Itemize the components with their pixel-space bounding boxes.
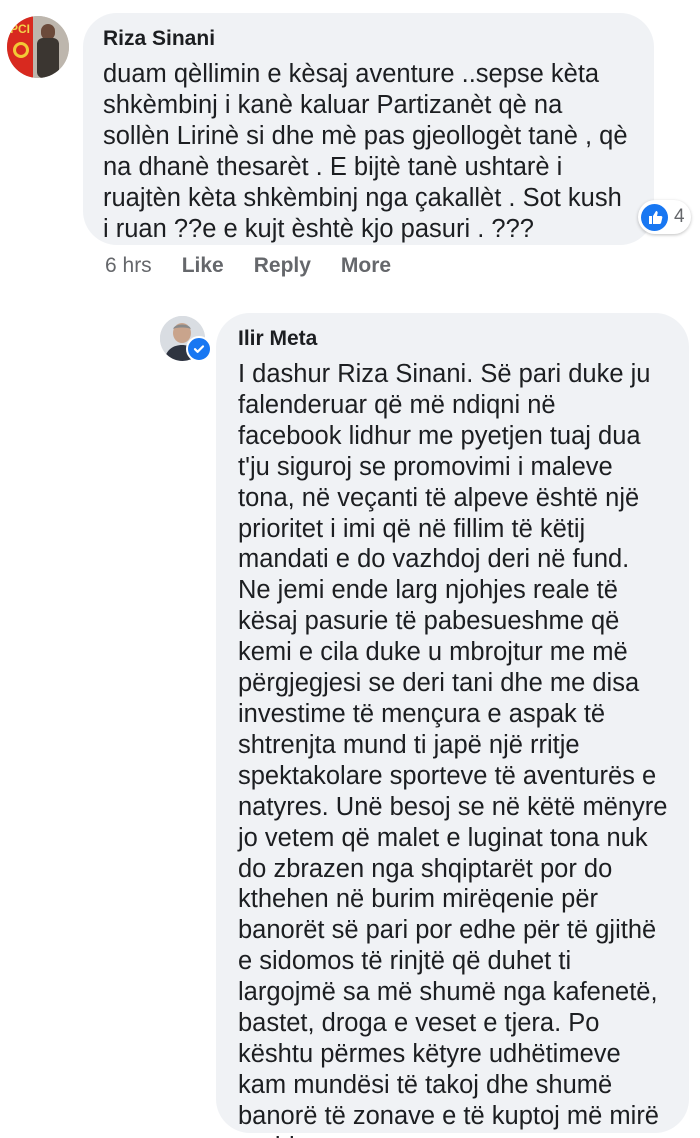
- more-button[interactable]: More: [341, 254, 391, 278]
- reply-button[interactable]: Reply: [254, 254, 311, 278]
- reaction-count: 4: [674, 206, 685, 227]
- avatar-image: PCI: [7, 16, 69, 78]
- comment-bubble: Riza Sinani duam qèllimin e kèsaj aventu…: [83, 13, 654, 245]
- reaction-summary[interactable]: 4: [638, 200, 691, 234]
- comment-author[interactable]: Riza Sinani: [103, 27, 634, 51]
- like-button[interactable]: Like: [182, 254, 224, 278]
- comment-text: duam qèllimin e kèsaj aventure ..sepse k…: [103, 60, 628, 243]
- comment-text: I dashur Riza Sinani. Së pari duke ju fa…: [238, 360, 668, 1138]
- comment-author[interactable]: Ilir Meta: [238, 327, 669, 351]
- comment-timestamp[interactable]: 6 hrs: [105, 254, 152, 278]
- comment-actions: 6 hrs Like Reply More: [105, 254, 421, 278]
- avatar-logo-text: PCI: [10, 22, 30, 36]
- verified-badge-icon: [186, 336, 212, 362]
- avatar-riza-sinani[interactable]: PCI: [7, 16, 69, 78]
- like-icon: [641, 203, 668, 231]
- reply-bubble: Ilir Meta I dashur Riza Sinani. Së pari …: [216, 313, 689, 1138]
